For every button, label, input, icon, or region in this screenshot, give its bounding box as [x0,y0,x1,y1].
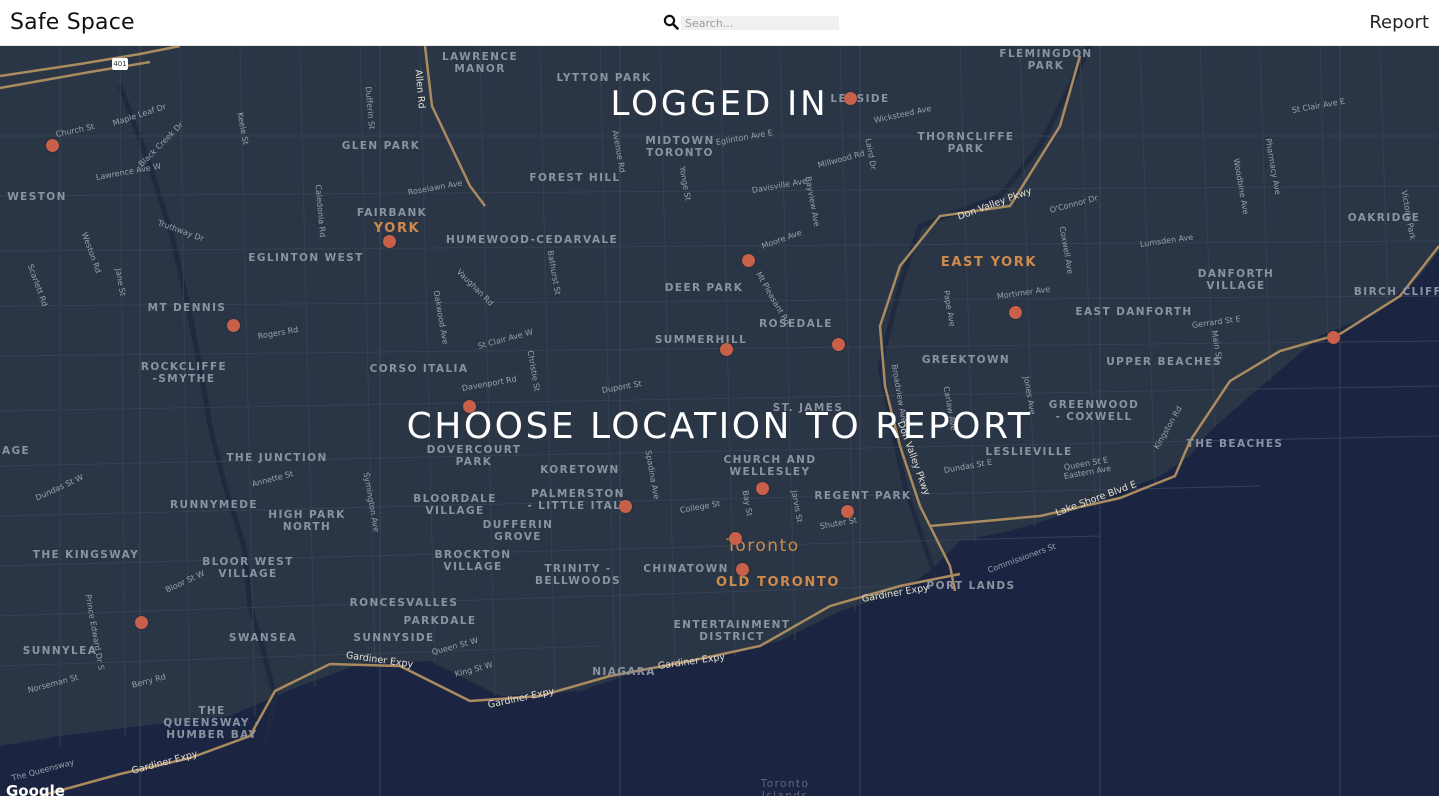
search-bar [663,14,841,32]
label-summerhill: SUMMERHILL [654,334,748,346]
report-marker[interactable] [831,337,845,351]
label-chinatown: CHINATOWN [643,563,729,575]
label-church-and-wellesley: CHURCH AND WELLESLEY [723,454,817,478]
label-deer-park: DEER PARK [664,282,744,294]
search-icon[interactable] [663,14,679,30]
label-upper-beaches: UPPER BEACHES [1106,356,1222,368]
report-marker[interactable] [134,615,148,629]
label-roncesvalles: RONCESVALLES [349,597,459,609]
label-leslieville: LESLIEVILLE [985,446,1073,458]
label-bloordale-village: BLOORDALE VILLAGE [413,493,497,517]
google-attribution-logo: Google [6,782,65,796]
choose-location-instruction: CHOOSE LOCATION TO REPORT [406,406,1033,447]
label-parkdale: PARKDALE [403,615,477,627]
label-palmerston-little-italy: PALMERSTON - LITTLE ITALY [527,488,629,512]
label-entertainment-district: ENTERTAINMENT DISTRICT [673,619,791,643]
report-marker[interactable] [719,342,733,356]
label-mt-dennis: MT DENNIS [147,302,227,314]
label-the-queensway-humber-bay: THE QUEENSWAY - HUMBER BAY [163,705,261,741]
label-thorncliffe-park: THORNCLIFFE PARK [917,131,1015,155]
label-regent-park: REGENT PARK [814,490,912,502]
label-koretown: KORETOWN [540,464,620,476]
label-danforth-village: DANFORTH VILLAGE [1197,268,1275,292]
label-sunnyside: SUNNYSIDE [353,632,435,644]
label-corso-italia: CORSO ITALIA [369,363,469,375]
report-marker[interactable] [1008,305,1022,319]
label-dovercourt-park: DOVERCOURT PARK [426,444,522,468]
label-bloor-west-village: BLOOR WEST VILLAGE [202,556,294,580]
label-swansea: SWANSEA [228,632,298,644]
label-fairbank: FAIRBANK [356,207,428,219]
label-trinity-bellwoods: TRINITY - BELLWOODS [534,563,622,587]
label-sunnylea: SUNNYLEA [22,645,98,657]
label-humewood-cedarvale: HUMEWOOD-CEDARVALE [445,234,619,246]
label-greektown: GREEKTOWN [921,354,1011,366]
map-canvas[interactable]: 401 LAWRENCE MANOR LYTTON PARK FLEMINGDO… [0,46,1439,796]
logged-in-status: LOGGED IN [610,84,829,124]
label-port-lands: PORT LANDS [926,580,1016,592]
report-link[interactable]: Report [1369,12,1429,33]
label-niagara: NIAGARA [592,666,656,678]
label-east-danforth: EAST DANFORTH [1075,306,1193,318]
label-toronto-islands: Toronto Islands [760,778,810,796]
label-brockton-village: BROCKTON VILLAGE [434,549,512,573]
label-eglinton-west: EGLINTON WEST [248,252,364,264]
label-lytton-park: LYTTON PARK [556,72,652,84]
label-east-york: EAST YORK [940,255,1038,270]
report-marker[interactable] [735,562,749,576]
report-marker[interactable] [755,481,769,495]
report-marker[interactable] [728,531,742,545]
label-dufferin-grove: DUFFERIN GROVE [482,519,554,543]
label-high-park-north: HIGH PARK NORTH [268,509,346,533]
label-midtown-toronto: MIDTOWN TORONTO [645,135,715,159]
report-marker[interactable] [618,499,632,513]
top-navbar: Safe Space Report [0,0,1439,46]
label-birch-cliff: BIRCH CLIFF [1353,286,1439,298]
highway-401-shield: 401 [112,58,128,70]
label-weston: WESTON [7,191,67,203]
label-rosedale: ROSEDALE [759,318,833,330]
report-marker[interactable] [840,504,854,518]
label-forest-hill: FOREST HILL [529,172,621,184]
label-the-junction: THE JUNCTION [226,452,328,464]
brand-title[interactable]: Safe Space [10,10,135,35]
report-marker[interactable] [382,234,396,248]
label-runnymede: RUNNYMEDE [170,499,258,511]
label-flemingdon-park: FLEMINGDON PARK [999,48,1093,72]
label-rockcliffe-smythe: ROCKCLIFFE -SMYTHE [140,361,228,385]
label-the-kingsway: THE KINGSWAY [32,549,140,561]
label-york: YORK [373,221,421,236]
report-marker[interactable] [45,138,59,152]
report-marker[interactable] [1326,330,1340,344]
label-lawrence-manor: LAWRENCE MANOR [441,51,519,75]
label-old-toronto: OLD TORONTO [715,575,841,590]
label-glen-park: GLEN PARK [341,140,421,152]
report-marker[interactable] [741,253,755,267]
report-marker[interactable] [226,318,240,332]
search-input[interactable] [681,16,839,30]
